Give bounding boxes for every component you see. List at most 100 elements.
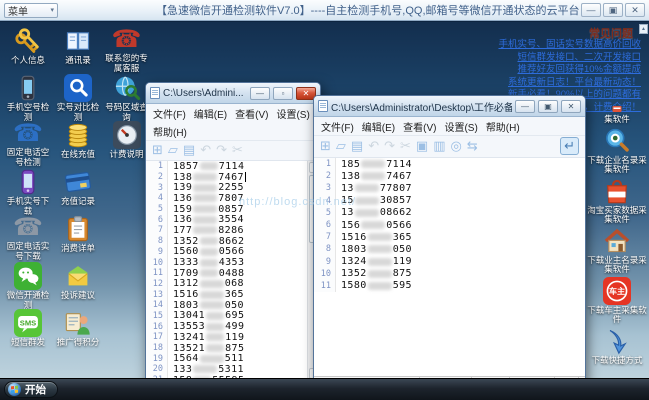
redo-icon[interactable]: ↷ bbox=[216, 142, 227, 158]
notepad2-minimize-button[interactable]: — bbox=[515, 100, 535, 113]
sidebar-item-expense-details[interactable]: 消费详单 bbox=[53, 215, 103, 259]
new-file-icon[interactable]: ⊞ bbox=[320, 138, 331, 154]
sidebar-item-mobile-empty-check[interactable]: 手机空号检测 bbox=[3, 74, 53, 118]
text-line: 7 1778286 bbox=[146, 225, 307, 236]
download-item-taobao-buyer-data[interactable]: 淘宝买家数据采集软件 bbox=[586, 177, 648, 225]
save-file-icon[interactable]: ▤ bbox=[351, 138, 363, 154]
faq-link[interactable]: 短信群发接口、二次开发接口 bbox=[341, 52, 641, 65]
sidebar-item-billing-info[interactable]: 计费说明 bbox=[103, 121, 150, 165]
line-number: 16 bbox=[146, 321, 168, 332]
menu-item[interactable]: 查看(V) bbox=[399, 117, 440, 135]
sidebar-item-wechat-check[interactable]: 微信开通检测 bbox=[3, 262, 53, 306]
scroll-up-icon[interactable]: ▲ bbox=[639, 24, 648, 34]
line-number: 2 bbox=[146, 172, 168, 183]
menu-dropdown-label: 菜单 bbox=[8, 3, 28, 18]
menu-item[interactable]: 文件(F) bbox=[149, 104, 190, 122]
search-icon[interactable]: ◎ bbox=[451, 138, 462, 154]
faq-link[interactable]: 系统更新日志！平台最新动态！ bbox=[341, 77, 641, 90]
text-line: 4 1367807 bbox=[146, 193, 307, 204]
redacted-digits bbox=[355, 209, 379, 217]
line-number: 6 bbox=[146, 214, 168, 225]
line-number: 17 bbox=[146, 332, 168, 343]
notepad2-close-button[interactable]: ✕ bbox=[561, 100, 581, 113]
text-line: 3 1377807 bbox=[314, 182, 585, 194]
sidebar-item-promotion-points[interactable]: 推广得积分 bbox=[53, 309, 103, 353]
new-file-icon[interactable]: ⊞ bbox=[152, 142, 163, 158]
undo-icon[interactable]: ↶ bbox=[368, 138, 379, 154]
notepad1-text-area[interactable]: 1 18577114 2 1387467 3 1392255 4 1367807… bbox=[146, 161, 320, 380]
faq-link[interactable]: 推荐好友回获得10%金额提成 bbox=[341, 64, 641, 77]
redacted-digits bbox=[368, 245, 392, 253]
redacted-digits bbox=[368, 270, 392, 278]
text-line: 8 13528662 bbox=[146, 236, 307, 247]
faq-link[interactable]: 手机实号、固话实号数据高价回收 bbox=[341, 39, 641, 52]
notepad1-minimize-button[interactable]: — bbox=[250, 87, 270, 100]
sidebar: 个人信息 通讯录 ☎ 联系您的专属客服 手机空号检测 实号对比检测 号码区域查询… bbox=[3, 27, 153, 353]
menu-item[interactable]: 查看(V) bbox=[231, 104, 272, 122]
menu-item[interactable]: 编辑(E) bbox=[190, 104, 231, 122]
menu-item[interactable]: 帮助(H) bbox=[482, 117, 524, 135]
line-number: 18 bbox=[146, 343, 168, 354]
sidebar-item-landline-real-download[interactable]: ☎ 固定电话实号下载 bbox=[3, 215, 53, 259]
sidebar-item-label: 充值记录 bbox=[61, 197, 95, 207]
open-file-icon[interactable]: ▱ bbox=[336, 138, 346, 154]
line-number: 3 bbox=[314, 182, 336, 194]
app-title: 【急速微信开通检测软件V7.0】----自主检测手机号,QQ,邮箱号等微信开通状… bbox=[156, 2, 579, 18]
app-maximize-button[interactable]: ▣ bbox=[603, 3, 623, 17]
app-minimize-button[interactable]: — bbox=[581, 3, 601, 17]
text-line: 5 1590857 bbox=[146, 204, 307, 215]
sidebar-item-contacts[interactable]: 通讯录 bbox=[53, 27, 103, 71]
download-item-shortcut[interactable]: 下载快捷方式 bbox=[591, 327, 642, 366]
text-line: 2 1387467 bbox=[146, 172, 307, 183]
sidebar-item-customer-service[interactable]: ☎ 联系您的专属客服 bbox=[103, 27, 150, 71]
undo-icon[interactable]: ↶ bbox=[200, 142, 211, 158]
menu-item[interactable]: 设置(S) bbox=[272, 104, 313, 122]
start-button[interactable]: 开始 bbox=[4, 381, 58, 398]
download-item-enterprise-directory[interactable]: 下载企业名录采集软件 bbox=[586, 127, 648, 175]
app-close-button[interactable]: ✕ bbox=[625, 3, 645, 17]
redacted-digits bbox=[206, 333, 224, 341]
sidebar-item-mobile-real-download[interactable]: 手机实号下载 bbox=[3, 168, 53, 212]
text-line: 11 1580595 bbox=[314, 280, 585, 292]
replace-icon[interactable]: ⇆ bbox=[467, 138, 478, 154]
sidebar-item-feedback[interactable]: 投诉建议 bbox=[53, 262, 103, 306]
menu-item[interactable]: 文件(F) bbox=[317, 117, 358, 135]
text-line: 4 1530857 bbox=[314, 195, 585, 207]
redacted-digits bbox=[206, 344, 224, 352]
save-file-icon[interactable]: ▤ bbox=[183, 142, 195, 158]
download-item-owner-directory[interactable]: 下载业主名录采集软件 bbox=[586, 227, 648, 275]
menu-item[interactable]: 编辑(E) bbox=[358, 117, 399, 135]
notepad2-maximize-button[interactable]: ▣ bbox=[538, 100, 558, 113]
redacted-digits bbox=[193, 194, 217, 202]
sidebar-item-real-number-check[interactable]: 实号对比检测 bbox=[53, 74, 103, 118]
word-wrap-icon[interactable]: ↵ bbox=[560, 137, 579, 155]
menu-item[interactable]: 帮助(H) bbox=[149, 122, 191, 140]
redacted-digits bbox=[368, 282, 392, 290]
notepad1-maximize-button[interactable]: ▫ bbox=[273, 87, 293, 100]
sidebar-item-personal-info[interactable]: 个人信息 bbox=[3, 27, 53, 71]
notepad2-text-area[interactable]: 1 1857114 2 1387467 3 1377807 4 1530857 … bbox=[314, 158, 585, 376]
cut-icon[interactable]: ✂ bbox=[232, 142, 243, 158]
redacted-digits bbox=[200, 301, 224, 309]
copy-icon[interactable]: ▣ bbox=[416, 138, 428, 154]
bag-icon bbox=[603, 177, 631, 205]
downloads-panel: 集软件 下载企业名录采集软件 淘宝买家数据采集软件 下载业主名录采集软件 车主 … bbox=[585, 102, 649, 365]
menu-item[interactable]: 设置(S) bbox=[440, 117, 481, 135]
paste-icon[interactable]: ▥ bbox=[433, 138, 445, 154]
sidebar-item-landline-empty-check[interactable]: ☎ 固定电话空号检测 bbox=[3, 121, 53, 165]
line-number: 10 bbox=[314, 268, 336, 280]
text-line: 14 1803050 bbox=[146, 300, 307, 311]
redo-icon[interactable]: ↷ bbox=[384, 138, 395, 154]
download-item-label: 下载企业名录采集软件 bbox=[586, 156, 648, 175]
sidebar-item-online-recharge[interactable]: 在线充值 bbox=[53, 121, 103, 165]
download-item-car-owner-collect[interactable]: 车主 下载车主采集软件 bbox=[586, 277, 648, 325]
sidebar-item-recharge-history[interactable]: 充值记录 bbox=[53, 168, 103, 212]
magnifier-sq-icon bbox=[64, 74, 92, 102]
redacted-digits bbox=[355, 184, 379, 192]
sidebar-item-sms-bulk[interactable]: SMS 短信群发 bbox=[3, 309, 53, 353]
download-item-partial-collect[interactable]: 集软件 bbox=[604, 102, 630, 125]
menu-dropdown[interactable]: 菜单 ▾ bbox=[4, 3, 58, 18]
open-file-icon[interactable]: ▱ bbox=[168, 142, 178, 158]
sidebar-item-number-region-query[interactable]: 号码区域查询 bbox=[103, 74, 150, 118]
cut-icon[interactable]: ✂ bbox=[400, 138, 411, 154]
